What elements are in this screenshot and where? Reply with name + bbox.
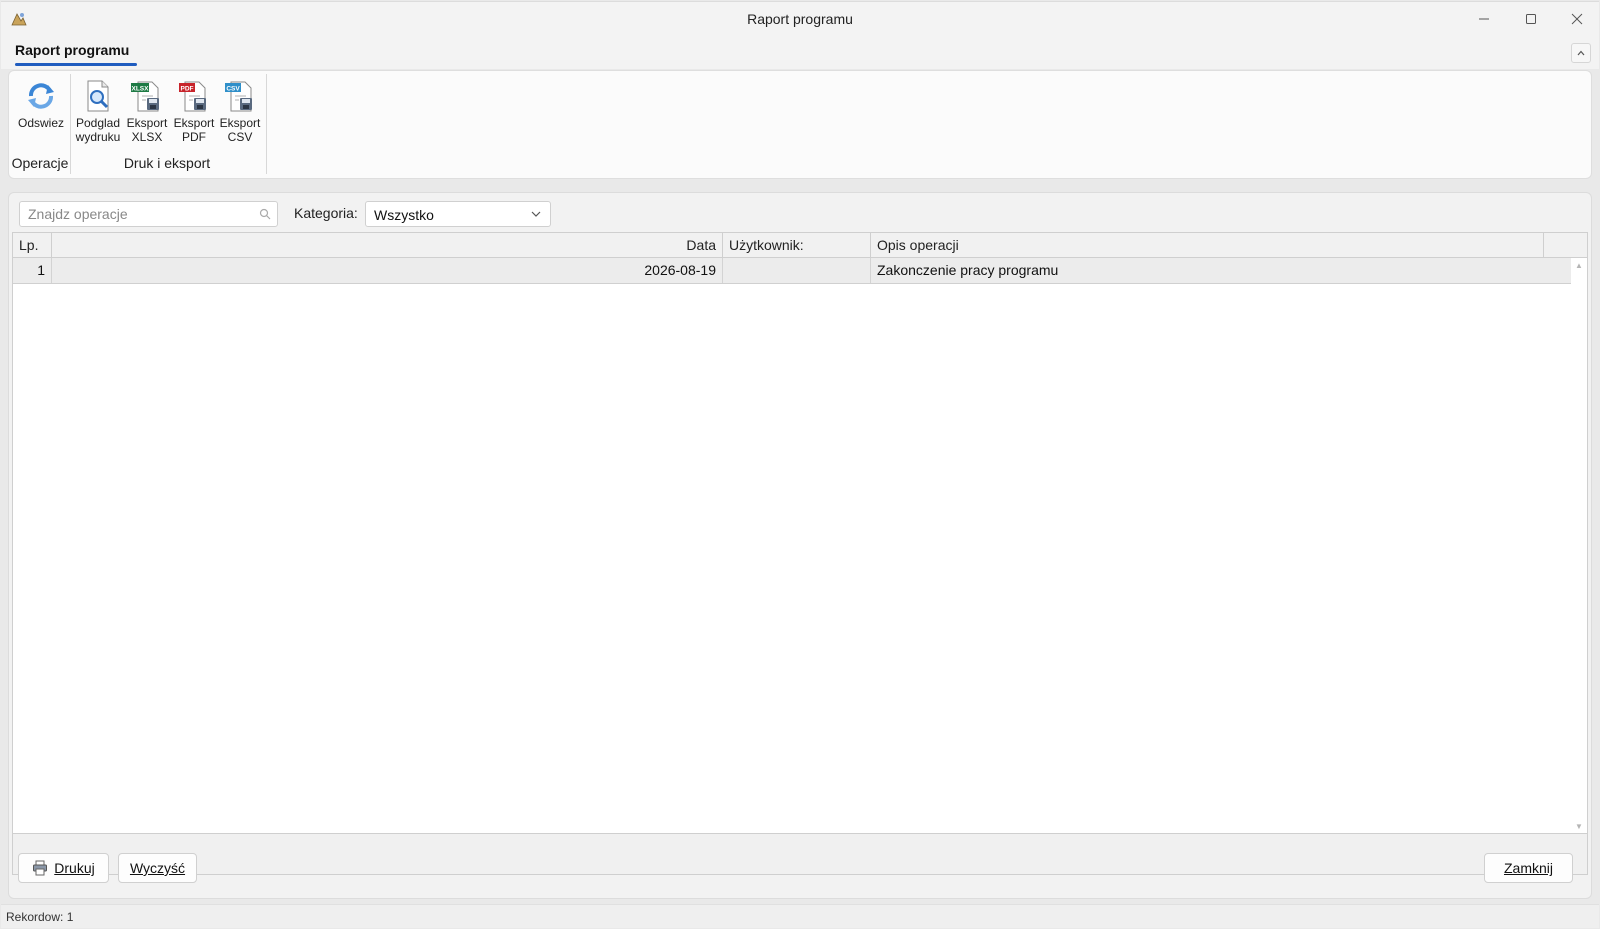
export-csv-button[interactable]: CSV Eksport CSV: [217, 78, 263, 144]
ribbon-tabbar: Raport programu: [1, 35, 1599, 69]
csv-badge-text: CSV: [226, 86, 240, 93]
ribbon-group-print-export: Podglad wydruku XLSX Eksport XLSX PDF Ek…: [72, 74, 262, 174]
preview-label-line1: Podglad: [75, 116, 121, 130]
xlsx-file-icon: XLSX: [129, 78, 165, 114]
csv-label-line1: Eksport: [219, 116, 261, 130]
refresh-icon: [23, 78, 59, 114]
category-value: Wszystko: [374, 207, 434, 223]
minimize-button[interactable]: [1461, 2, 1507, 36]
status-bar: Rekordow: 1: [1, 904, 1599, 928]
bottom-button-bar: Drukuj Wyczyść Zamknij: [8, 853, 1592, 891]
record-count: Rekordow: 1: [6, 910, 74, 924]
chevron-down-icon: [531, 211, 541, 217]
vertical-scrollbar[interactable]: ▲ ▼: [1571, 258, 1587, 833]
category-select[interactable]: Wszystko: [365, 201, 551, 227]
print-preview-icon: [80, 78, 116, 114]
category-label: Kategoria:: [294, 205, 358, 221]
table-row[interactable]: 1 2026-08-19 Zakonczenie pracy programu: [13, 258, 1571, 284]
column-header-description[interactable]: Opis operacji: [871, 233, 1544, 258]
xlsx-label-line1: Eksport: [126, 116, 168, 130]
grid-header: Lp. Data Użytkownik: Opis operacji: [13, 233, 1587, 258]
cell-user: [723, 258, 871, 283]
pdf-badge-text: PDF: [181, 86, 194, 93]
title-bar: Raport programu: [1, 1, 1599, 35]
cell-data: 2026-08-19: [52, 258, 723, 283]
print-preview-button[interactable]: Podglad wydruku: [74, 78, 122, 144]
ribbon-group-operations: Odswiez Operacje: [11, 74, 69, 174]
refresh-button[interactable]: Odswiez: [13, 78, 69, 130]
close-icon: [1571, 13, 1583, 25]
csv-file-icon: CSV: [222, 78, 258, 114]
close-label: Zamknij: [1503, 860, 1553, 876]
close-window-button[interactable]: [1554, 2, 1600, 36]
scroll-up-arrow-icon[interactable]: ▲: [1575, 261, 1583, 270]
group-separator: [266, 74, 267, 174]
clear-button[interactable]: Wyczyść: [118, 853, 197, 883]
tab-raport-programu[interactable]: Raport programu: [15, 42, 129, 58]
xlsx-label-line2: XLSX: [131, 130, 163, 144]
csv-label-line2: CSV: [227, 130, 253, 144]
report-content: Kategoria: Wszystko Lp. Data Użytkownik:…: [8, 192, 1592, 899]
column-header-lp[interactable]: Lp.: [13, 233, 52, 258]
pdf-label-line2: PDF: [182, 130, 206, 144]
ribbon-panel: Odswiez Operacje Podglad wydruku XLSX Ek…: [8, 70, 1592, 179]
printer-icon: [33, 860, 48, 876]
column-header-spacer: [1544, 233, 1558, 258]
operations-grid: Lp. Data Użytkownik: Opis operacji 1 202…: [12, 232, 1588, 834]
window-title: Raport programu: [747, 11, 853, 27]
search-icon: [259, 208, 271, 220]
pdf-label-line1: Eksport: [173, 116, 215, 130]
scroll-down-arrow-icon[interactable]: ▼: [1575, 822, 1583, 831]
chevron-up-icon: [1577, 50, 1585, 56]
print-button[interactable]: Drukuj: [18, 853, 109, 883]
maximize-icon: [1526, 14, 1536, 24]
group-label-print-export: Druk i eksport: [123, 155, 211, 171]
close-button[interactable]: Zamknij: [1484, 853, 1573, 883]
xlsx-badge-text: XLSX: [132, 86, 150, 93]
cell-lp: 1: [13, 258, 52, 283]
search-box: [19, 201, 278, 227]
active-tab-indicator: [15, 63, 137, 66]
ribbon-collapse-button[interactable]: [1571, 43, 1591, 63]
export-pdf-button[interactable]: PDF Eksport PDF: [171, 78, 217, 144]
minimize-icon: [1479, 18, 1489, 20]
cell-description: Zakonczenie pracy programu: [877, 262, 1059, 278]
search-input[interactable]: [20, 202, 240, 226]
maximize-button[interactable]: [1508, 2, 1554, 36]
refresh-label: Odswiez: [17, 116, 64, 130]
preview-label-line2: wydruku: [75, 130, 121, 144]
group-separator: [70, 74, 71, 174]
group-label-operations: Operacje: [11, 155, 69, 171]
column-header-user[interactable]: Użytkownik:: [723, 233, 871, 258]
column-header-data[interactable]: Data: [52, 233, 723, 258]
clear-label: Wyczyść: [129, 860, 186, 876]
print-label: Drukuj: [54, 860, 95, 876]
pdf-file-icon: PDF: [176, 78, 212, 114]
export-xlsx-button[interactable]: XLSX Eksport XLSX: [124, 78, 170, 144]
